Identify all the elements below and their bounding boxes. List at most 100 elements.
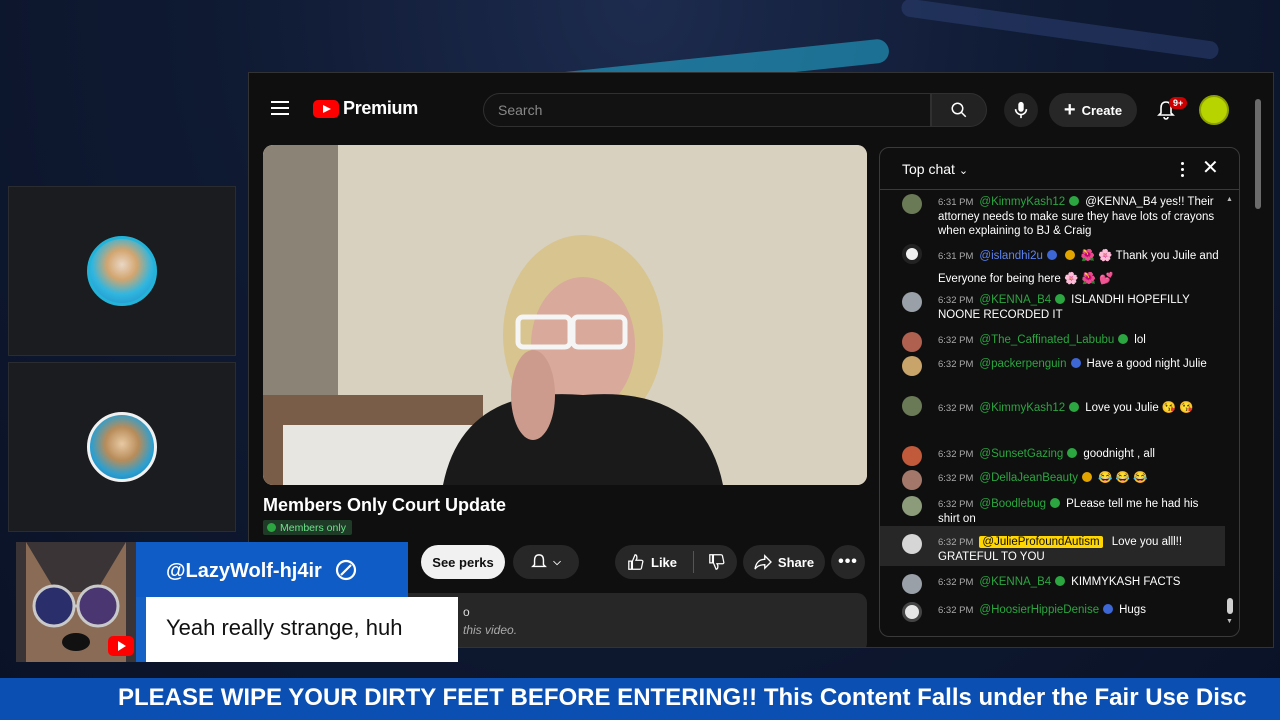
search-icon — [951, 102, 967, 118]
wolf-sunglasses-image — [16, 542, 136, 662]
search-input[interactable] — [483, 93, 931, 127]
masthead: Premium + Create 9+ — [249, 73, 1273, 209]
chat-time: 6:32 PM — [938, 403, 974, 414]
share-icon — [754, 554, 772, 570]
chat-author[interactable]: @HoosierHippieDenise — [979, 604, 1099, 616]
account-avatar[interactable] — [1199, 95, 1229, 125]
chat-author[interactable]: @islandhi2u — [979, 250, 1042, 262]
members-badge-label: Members only — [280, 521, 346, 534]
subscription-bell-button[interactable]: ⌵ — [513, 545, 579, 579]
share-button[interactable]: Share — [743, 545, 825, 579]
member-badge-icon — [1055, 576, 1066, 586]
youtube-premium-logo[interactable]: Premium — [313, 98, 418, 119]
video-player[interactable] — [263, 145, 867, 485]
chat-time: 6:32 PM — [938, 537, 974, 548]
like-label: Like — [651, 554, 678, 570]
participant-avatar — [87, 412, 157, 482]
commenter-avatar — [16, 542, 136, 662]
share-label: Share — [777, 554, 815, 570]
chat-avatar — [902, 396, 922, 416]
youtube-play-icon — [313, 99, 339, 118]
chat-avatar — [902, 356, 922, 376]
chat-time: 6:32 PM — [938, 577, 974, 588]
plus-icon: + — [1063, 99, 1076, 121]
chat-text: KIMMYKASH FACTS — [1071, 576, 1181, 588]
chat-author[interactable]: @KENNA_B4 — [979, 576, 1051, 588]
chat-text: Love you Julie 😘 😘 — [1085, 402, 1194, 414]
members-only-badge: Members only — [263, 520, 352, 535]
ticker-text: PLEASE WIPE YOUR DIRTY FEET BEFORE ENTER… — [118, 684, 1247, 711]
commenter-handle: @LazyWolf-hj4ir — [166, 560, 322, 582]
logo-text: Premium — [343, 98, 418, 118]
chat-author-owner[interactable]: @JulieProfoundAutism — [979, 536, 1103, 548]
live-chat-panel: Top chat ⌄ ✕ 6:31 PM @KimmyKash12 @KENNA_B… — [879, 147, 1240, 637]
chat-avatar — [902, 496, 922, 516]
more-icon: ••• — [838, 553, 858, 570]
member-badge-icon — [1050, 498, 1061, 508]
chat-time: 6:32 PM — [938, 295, 974, 306]
menu-icon[interactable] — [271, 101, 289, 115]
see-perks-button[interactable]: See perks — [421, 545, 505, 579]
chat-author[interactable]: @KENNA_B4 — [979, 294, 1051, 306]
chat-mode-label: Top chat — [902, 161, 955, 177]
search-button[interactable] — [931, 93, 987, 127]
member-badge-icon — [1064, 250, 1075, 260]
chat-time: 6:32 PM — [938, 359, 974, 370]
member-badge-icon — [1118, 334, 1129, 344]
chat-author[interactable]: @DellaJeanBeauty — [979, 472, 1078, 484]
chat-author[interactable]: @packerpenguin — [979, 358, 1066, 370]
chat-text: PLease tell me he had his shirt on — [938, 498, 1199, 525]
participant-tile[interactable] — [8, 362, 236, 532]
more-actions-button[interactable]: ••• — [831, 545, 865, 579]
chat-avatar — [902, 602, 922, 622]
chat-author[interactable]: @The_Caffinated_Labubu — [979, 334, 1114, 346]
create-label: Create — [1081, 102, 1123, 118]
notifications-button[interactable]: 9+ — [1149, 93, 1188, 127]
bell-icon — [531, 554, 548, 568]
member-badge-icon — [1103, 604, 1114, 614]
chat-avatar — [902, 470, 922, 490]
member-badge-icon — [1069, 402, 1080, 412]
like-dislike-divider — [693, 551, 695, 573]
chat-avatar — [902, 244, 922, 264]
chat-menu-icon[interactable] — [1172, 158, 1192, 180]
chat-avatar — [902, 194, 922, 214]
member-badge-icon — [1070, 358, 1081, 368]
chat-avatar — [902, 446, 922, 466]
voice-search-button[interactable] — [1004, 93, 1038, 127]
chat-time: 6:32 PM — [938, 449, 974, 460]
scrollbar-thumb[interactable] — [1227, 598, 1233, 614]
member-badge-icon — [1055, 294, 1066, 304]
chat-time: 6:31 PM — [938, 197, 974, 208]
description-line-2: this video. — [463, 623, 518, 637]
notification-badge: 9+ — [1169, 97, 1188, 109]
chat-time: 6:32 PM — [938, 499, 974, 510]
participant-tile[interactable] — [8, 186, 236, 356]
like-button[interactable]: Like — [615, 545, 737, 579]
description-line-1: o — [463, 605, 470, 619]
video-frame — [263, 145, 867, 485]
chat-text: lol — [1134, 334, 1146, 346]
chat-header: Top chat ⌄ ✕ — [880, 148, 1239, 190]
create-button[interactable]: + Create — [1049, 93, 1137, 127]
chat-avatar — [902, 574, 922, 594]
scrolling-ticker: PLEASE WIPE YOUR DIRTY FEET BEFORE ENTER… — [0, 678, 1280, 720]
chat-avatar — [902, 292, 922, 312]
close-icon[interactable]: ✕ — [1202, 157, 1219, 179]
chat-avatar — [902, 332, 922, 352]
chat-message-list[interactable]: 6:31 PM @KimmyKash12 @KENNA_B4 yes!! Their… — [880, 190, 1225, 636]
chat-scrollbar[interactable] — [1226, 198, 1234, 628]
page-scrollbar[interactable] — [1255, 99, 1261, 209]
member-badge-icon — [1067, 448, 1078, 458]
chat-author[interactable]: @KimmyKash12 — [979, 196, 1065, 208]
chat-text: 😂 😂 😂 — [1098, 472, 1148, 484]
thumbs-up-icon — [628, 554, 644, 570]
chat-author[interactable]: @SunsetGazing — [979, 448, 1063, 460]
thumbs-down-icon[interactable] — [708, 553, 726, 571]
scroll-down-arrow[interactable]: ▼ — [1226, 618, 1233, 625]
chat-author[interactable]: @KimmyKash12 — [979, 402, 1065, 414]
member-badge-icon — [1069, 196, 1080, 206]
chat-author[interactable]: @Boodlebug — [979, 498, 1046, 510]
chat-mode-dropdown[interactable]: Top chat ⌄ — [902, 161, 968, 177]
chat-text: Hugs — [1119, 604, 1146, 616]
